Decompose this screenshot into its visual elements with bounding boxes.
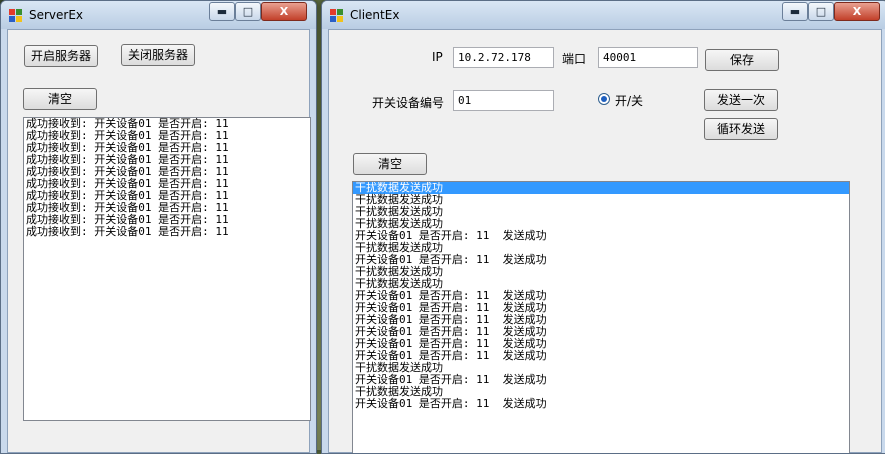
client-client-area: IP 端口 保存 开关设备编号 开/关 发送一次 循环发送 清空 干扰数据发送成… <box>328 29 882 453</box>
on-off-label: 开/关 <box>615 94 644 108</box>
client-log-list[interactable]: 干扰数据发送成功 干扰数据发送成功 干扰数据发送成功 干扰数据发送成功 开关设备01 是… <box>352 181 850 453</box>
stop-server-button[interactable]: 关闭服务器 <box>121 44 195 66</box>
port-label: 端口 <box>562 52 587 66</box>
ip-label: IP <box>432 50 443 64</box>
send-once-button[interactable]: 发送一次 <box>704 89 778 111</box>
list-item[interactable]: 成功接收到: 开关设备01 是否开启: 11 <box>24 226 310 238</box>
device-number-label: 开关设备编号 <box>372 96 445 110</box>
window-title: ServerEx <box>29 8 84 22</box>
minimize-button[interactable]: ▬ <box>782 2 808 21</box>
save-button[interactable]: 保存 <box>705 49 779 71</box>
maximize-button[interactable]: □ <box>808 2 834 21</box>
loop-send-button[interactable]: 循环发送 <box>704 118 778 140</box>
minimize-button[interactable]: ▬ <box>209 2 235 21</box>
server-titlebar[interactable]: ServerEx ▬ □ X <box>1 1 316 29</box>
start-server-button[interactable]: 开启服务器 <box>24 45 98 67</box>
app-icon <box>330 9 343 22</box>
app-icon <box>9 9 22 22</box>
on-off-radio[interactable] <box>598 93 610 105</box>
client-window: ClientEx ▬ □ X IP 端口 保存 开关设备编号 开/关 发送一次 … <box>321 0 885 454</box>
list-item[interactable]: 开关设备01 是否开启: 11 发送成功 <box>353 398 849 410</box>
client-titlebar[interactable]: ClientEx ▬ □ X <box>322 1 885 29</box>
server-window: ServerEx ▬ □ X 开启服务器 关闭服务器 清空 成功接收到: 开关设… <box>0 0 317 454</box>
server-log-list[interactable]: 成功接收到: 开关设备01 是否开启: 11 成功接收到: 开关设备01 是否开启… <box>23 117 311 421</box>
close-button[interactable]: X <box>834 2 880 21</box>
ip-input[interactable] <box>453 47 554 68</box>
port-input[interactable] <box>598 47 698 68</box>
server-clear-button[interactable]: 清空 <box>23 88 97 110</box>
maximize-button[interactable]: □ <box>235 2 261 21</box>
server-client-area: 开启服务器 关闭服务器 清空 成功接收到: 开关设备01 是否开启: 11 成功接… <box>7 29 311 453</box>
device-number-input[interactable] <box>453 90 554 111</box>
close-button[interactable]: X <box>261 2 307 21</box>
client-clear-button[interactable]: 清空 <box>353 153 427 175</box>
window-title: ClientEx <box>350 8 400 22</box>
